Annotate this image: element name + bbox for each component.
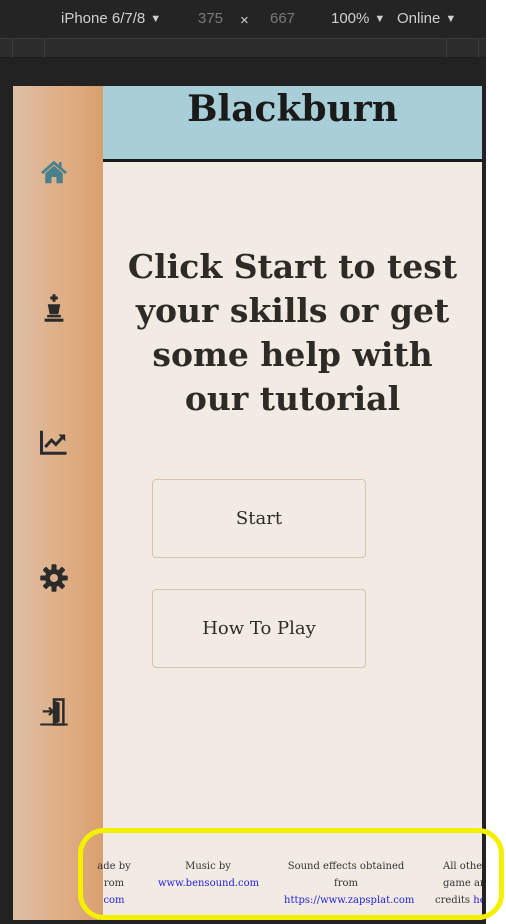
app-title: Blackburn [187, 88, 398, 130]
devtools-edge [486, 0, 506, 924]
devtools-device-toolbar: iPhone 6/7/8 ▼ 375 × 667 100% ▼ Online ▼ [0, 0, 486, 38]
network-value: Online [397, 10, 441, 27]
nav-play[interactable] [36, 290, 72, 326]
device-selector[interactable]: iPhone 6/7/8 ▼ [61, 10, 161, 27]
height-field[interactable]: 667 [270, 10, 295, 27]
credit-music: Music by www.bensound.com [158, 861, 260, 889]
nav-settings[interactable] [36, 560, 72, 596]
how-to-play-button[interactable]: How To Play [152, 589, 366, 668]
network-selector[interactable]: Online ▼ [397, 10, 456, 27]
credits-footer: ade by rom com Music by www.bensound.com… [97, 848, 482, 920]
device-dropdown-icon: ▼ [150, 13, 162, 25]
stats-chart-icon [40, 430, 67, 455]
credit-game-art: All other game art credits he [435, 858, 482, 909]
home-icon [40, 160, 68, 184]
zoom-dropdown-icon: ▼ [374, 13, 386, 25]
game-art-credits-link[interactable]: he [473, 895, 482, 906]
device-name: iPhone 6/7/8 [61, 10, 146, 27]
settings-gear-icon [40, 564, 68, 592]
nav-exit[interactable] [36, 694, 72, 730]
zoom-value: 100% [331, 10, 370, 27]
media-query-bar [0, 38, 486, 58]
network-dropdown-icon: ▼ [445, 13, 457, 25]
start-button[interactable]: Start [152, 479, 366, 558]
chess-king-icon [44, 294, 64, 322]
credit-art-link[interactable]: com [103, 895, 124, 906]
width-field[interactable]: 375 [198, 10, 223, 27]
nav-home[interactable] [36, 154, 72, 190]
zapsplat-link[interactable]: https://www.zapsplat.com [284, 895, 414, 906]
device-viewport: Blackburn Click Start to test your skill… [13, 86, 482, 920]
exit-door-icon [40, 698, 68, 726]
dimension-separator: × [240, 12, 249, 29]
main-content: Click Start to test your skills or get s… [103, 165, 482, 920]
sidebar [13, 86, 103, 920]
app-header: Blackburn [103, 86, 482, 162]
nav-stats[interactable] [36, 424, 72, 460]
zoom-selector[interactable]: 100% ▼ [331, 10, 385, 27]
credit-sound-effects: Sound effects obtained from https://www.… [284, 861, 415, 906]
intro-headline: Click Start to test your skills or get s… [127, 247, 458, 418]
bensound-link[interactable]: www.bensound.com [158, 878, 259, 889]
viewport-margin [0, 58, 486, 86]
credit-art: ade by rom com [97, 861, 131, 906]
